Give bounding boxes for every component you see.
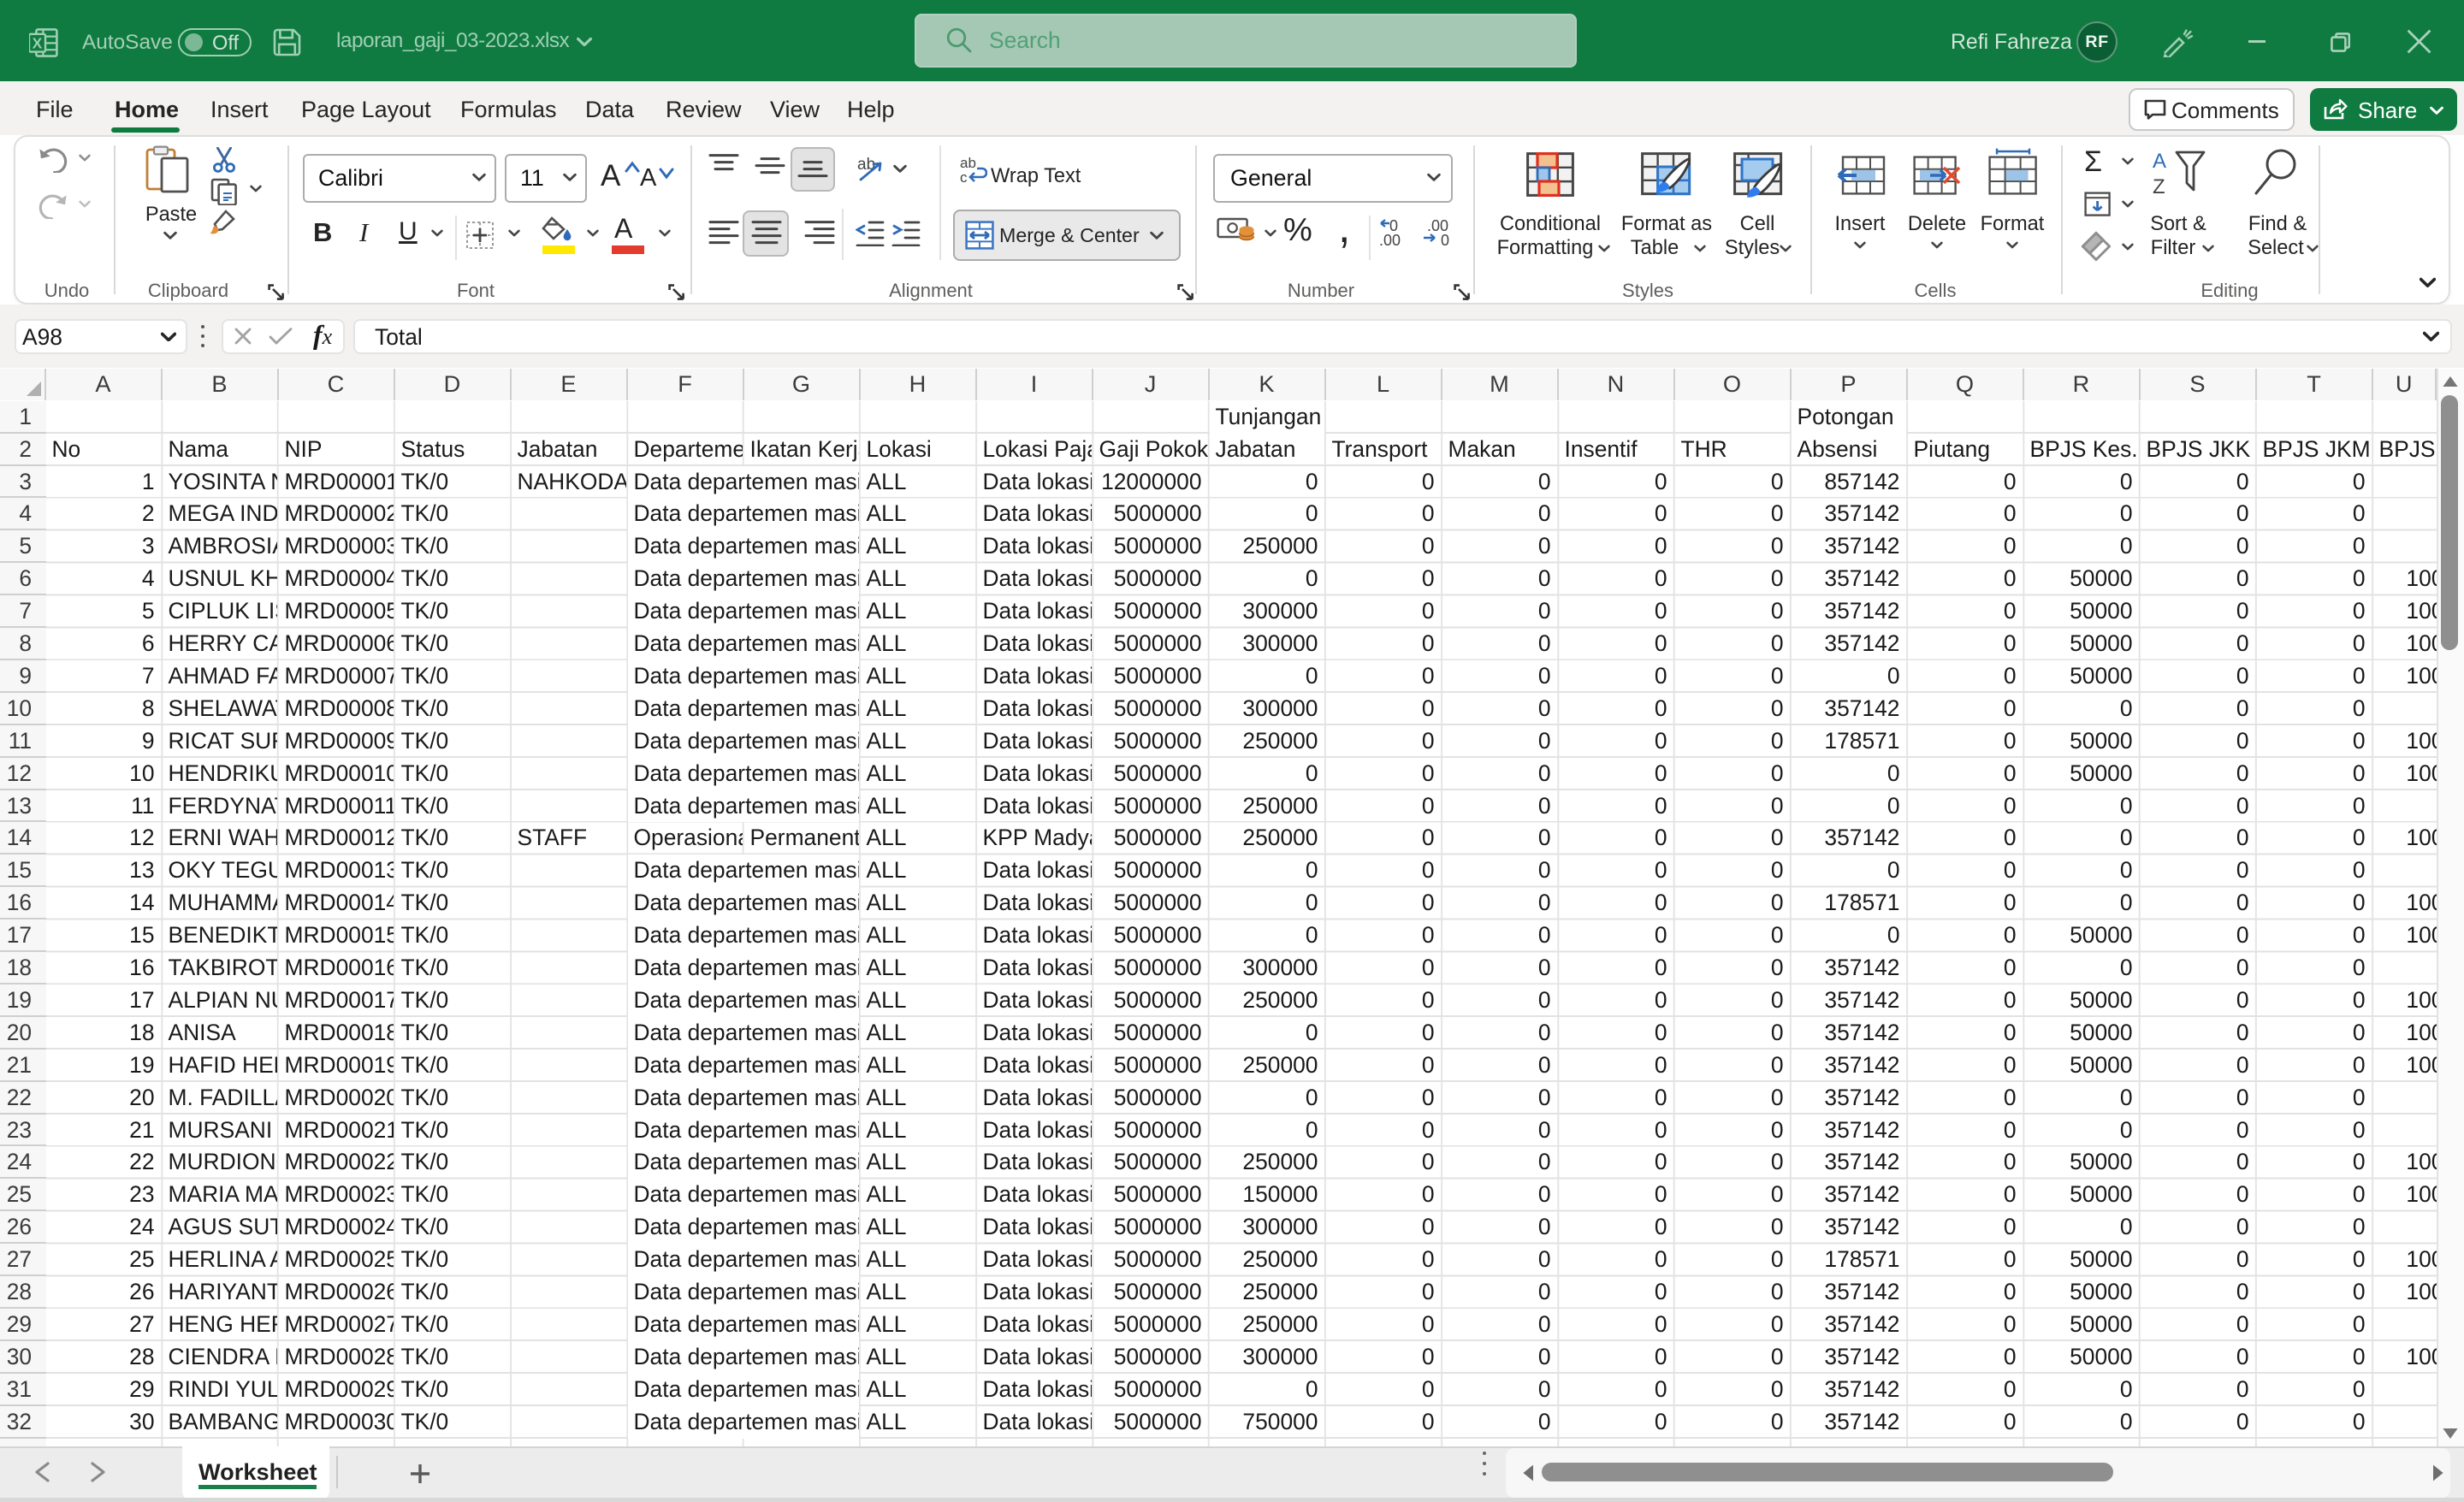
- svg-text:X: X: [33, 34, 43, 51]
- svg-text:Z: Z: [2153, 175, 2165, 197]
- svg-text:.00: .00: [1379, 232, 1401, 246]
- svg-text:A: A: [2153, 150, 2166, 173]
- svg-text:c: c: [960, 169, 968, 183]
